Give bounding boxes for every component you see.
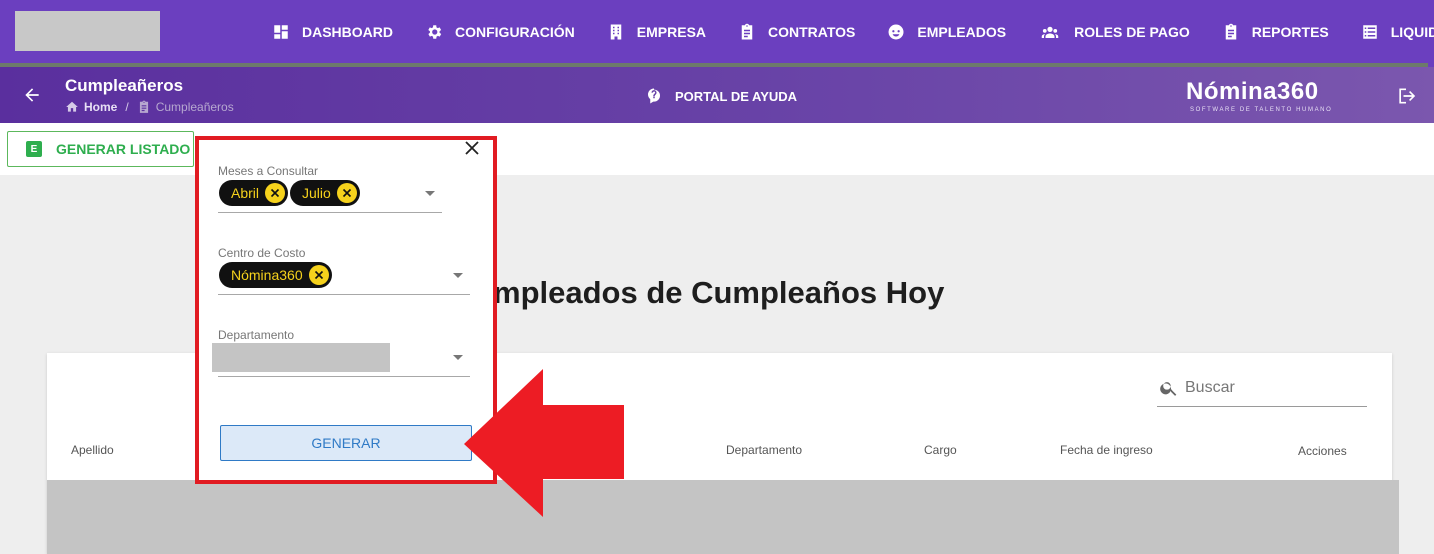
annotation-arrow-icon [464,369,624,517]
nav-configuracion-label: CONFIGURACIÓN [455,23,575,40]
column-header-acciones: Acciones [1298,444,1347,458]
nav-roles-de-pago-label: ROLES DE PAGO [1074,23,1190,40]
month-chip-julio: Julio [290,180,360,206]
month-chip-label: Abril [231,185,260,201]
face-icon [888,24,904,39]
company-logo[interactable] [15,11,160,51]
nav-dashboard-label: DASHBOARD [302,23,393,40]
department-select-redacted[interactable] [212,343,390,372]
help-icon [648,88,660,104]
close-icon[interactable] [464,140,480,156]
department-underline [218,376,470,377]
column-header-apellido[interactable]: Apellido [71,443,114,457]
nav-configuracion[interactable]: CONFIGURACIÓN [425,23,575,41]
nav-reportes-label: REPORTES [1251,23,1329,40]
nav-liquidaciones-label: LIQUIDACIONE [1390,23,1434,40]
home-icon [66,101,78,112]
nav-empleados-label: EMPLEADOS [917,23,1007,40]
brand-logo: Nómina360 [1186,78,1319,105]
remove-chip-icon[interactable] [265,183,286,203]
column-header-fecha-ingreso[interactable]: Fecha de ingreso [1060,443,1153,457]
nav-empleados[interactable]: EMPLEADOS [887,23,1006,41]
nav-reportes[interactable]: REPORTES [1222,23,1329,41]
breadcrumb-current: Cumpleañeros [155,100,234,114]
logout-icon[interactable] [1396,86,1416,106]
nav-empresa[interactable]: EMPRESA [607,23,706,41]
nav-empresa-label: EMPRESA [636,23,707,40]
clipboard-icon [1225,23,1236,39]
chevron-down-icon[interactable] [453,273,463,278]
clipboard-icon [139,100,148,113]
nav-liquidaciones[interactable]: LIQUIDACIONE [1361,23,1434,41]
month-chip-label: Julio [302,185,331,201]
arrow-left-icon[interactable] [22,85,42,105]
chevron-down-icon[interactable] [425,191,435,196]
excel-icon: E [26,141,42,157]
clipboard-icon [741,23,753,39]
search-icon [1160,381,1177,396]
table-body-redacted [47,480,1399,554]
main-menu: DASHBOARD CONFIGURACIÓN EMPRESA CONTRATO… [272,0,1434,63]
section-title: mpleados de Cumpleaños Hoy [493,275,945,310]
remove-chip-icon[interactable] [308,265,329,285]
dashboard-icon [274,24,288,39]
cost-center-label: Centro de Costo [218,246,306,260]
page-header: Cumpleañeros Home / Cumpleañeros PORTAL … [0,67,1434,123]
nav-dashboard[interactable]: DASHBOARD [272,23,393,41]
months-underline [218,212,442,213]
generate-button[interactable]: GENERAR [220,425,472,461]
search-input[interactable] [1185,378,1355,397]
nav-contratos[interactable]: CONTRATOS [738,23,855,41]
cost-center-chip: Nómina360 [219,262,332,288]
nav-roles-de-pago[interactable]: ROLES DE PAGO [1038,23,1190,41]
remove-chip-icon[interactable] [336,183,357,203]
month-chip-abril: Abril [219,180,289,206]
help-portal-label: PORTAL DE AYUDA [675,88,798,104]
building-icon [610,24,622,39]
department-label: Departamento [218,328,295,342]
list-icon [1363,24,1377,39]
search-field[interactable] [1157,369,1367,407]
page-title: Cumpleañeros [65,76,184,95]
nav-contratos-label: CONTRATOS [768,23,856,40]
breadcrumb-separator: / [125,100,129,114]
months-label: Meses a Consultar [218,164,319,178]
brand-tagline: SOFTWARE DE TALENTO HUMANO [1190,107,1333,113]
cost-center-underline [218,294,470,295]
generate-list-button[interactable]: E GENERAR LISTADO [7,131,194,167]
cost-center-chip-label: Nómina360 [231,267,303,283]
breadcrumb: Home / Cumpleañeros [65,100,234,114]
help-portal-link[interactable]: PORTAL DE AYUDA [645,87,797,105]
top-navbar: DASHBOARD CONFIGURACIÓN EMPRESA CONTRATO… [0,0,1434,63]
chevron-down-icon[interactable] [453,355,463,360]
months-select[interactable]: Abril Julio [219,180,362,206]
group-icon [1041,26,1059,38]
column-header-departamento[interactable]: Departamento [726,443,802,457]
column-header-cargo[interactable]: Cargo [924,443,957,457]
cost-center-select[interactable]: Nómina360 [219,262,334,288]
gear-icon [428,24,442,39]
breadcrumb-home[interactable]: Home [84,100,117,114]
generate-list-label: GENERAR LISTADO [56,141,191,157]
